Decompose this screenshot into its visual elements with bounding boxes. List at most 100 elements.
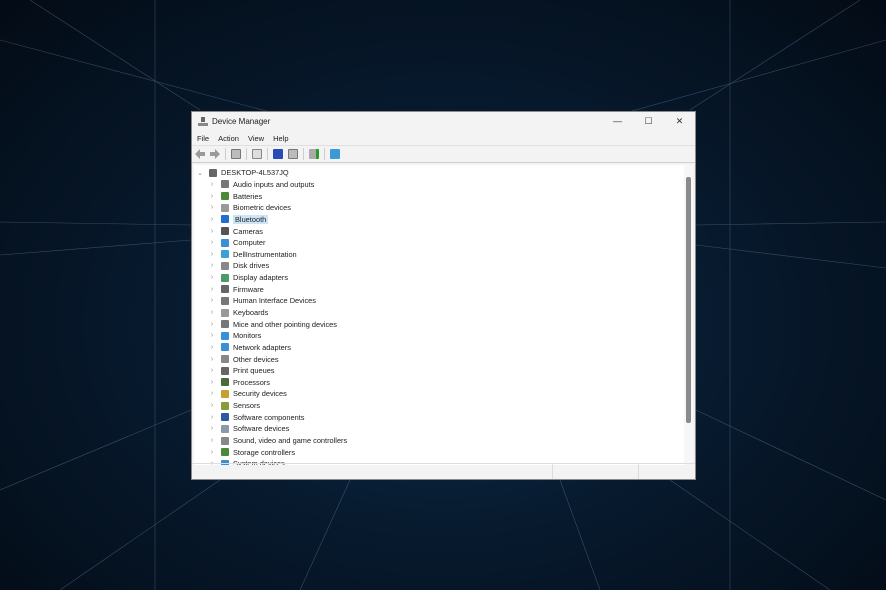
chevron-right-icon[interactable]: › bbox=[208, 332, 216, 339]
title-bar[interactable]: Device Manager — ☐ ✕ bbox=[192, 112, 695, 131]
chevron-right-icon[interactable]: › bbox=[208, 321, 216, 328]
tree-item[interactable]: › Cameras bbox=[194, 225, 685, 237]
tree-item[interactable]: › DellInstrumentation bbox=[194, 248, 685, 260]
minimize-button[interactable]: — bbox=[602, 116, 633, 127]
tree-item-label: Security devices bbox=[233, 389, 287, 399]
tree-item-label: Bluetooth bbox=[233, 214, 269, 224]
chevron-right-icon[interactable]: › bbox=[208, 449, 216, 456]
chevron-right-icon[interactable]: › bbox=[208, 344, 216, 351]
tree-item[interactable]: › Computer bbox=[194, 237, 685, 249]
monitor-icon[interactable] bbox=[330, 149, 340, 159]
chevron-right-icon[interactable]: › bbox=[208, 367, 216, 374]
tree-item-label: Print queues bbox=[233, 366, 275, 376]
device-category-icon bbox=[221, 203, 229, 212]
tree-item[interactable]: › Sensors bbox=[194, 400, 685, 412]
toolbar-separator bbox=[303, 148, 304, 160]
tree-item[interactable]: › Storage controllers bbox=[194, 446, 685, 458]
tree-item[interactable]: › Biometric devices bbox=[194, 202, 685, 214]
device-category-icon bbox=[221, 424, 229, 433]
tree-item-label: Mice and other pointing devices bbox=[233, 319, 337, 329]
chevron-right-icon[interactable]: › bbox=[208, 251, 216, 258]
device-category-icon bbox=[221, 308, 229, 317]
menu-action[interactable]: Action bbox=[218, 134, 239, 143]
tree-item[interactable]: › Firmware bbox=[194, 283, 685, 295]
tree-item-label: Disk drives bbox=[233, 261, 270, 271]
help-icon[interactable] bbox=[273, 149, 283, 159]
tree-item-label: Computer bbox=[233, 238, 266, 248]
chevron-right-icon[interactable]: › bbox=[208, 239, 216, 246]
device-category-icon bbox=[221, 285, 229, 294]
chevron-right-icon[interactable]: › bbox=[208, 309, 216, 316]
tree-item-label: Audio inputs and outputs bbox=[233, 179, 315, 189]
vertical-scrollbar[interactable] bbox=[684, 165, 693, 465]
tree-item-label: Biometric devices bbox=[233, 203, 291, 213]
tree-root[interactable]: ⌄ DESKTOP-4L537JQ bbox=[194, 167, 685, 179]
menu-bar: File Action View Help bbox=[192, 131, 695, 145]
computer-icon bbox=[209, 168, 217, 177]
tree-item[interactable]: › Keyboards bbox=[194, 307, 685, 319]
chevron-right-icon[interactable]: › bbox=[208, 286, 216, 293]
menu-view[interactable]: View bbox=[248, 134, 264, 143]
tree-item[interactable]: › Security devices bbox=[194, 388, 685, 400]
tree-item[interactable]: › Human Interface Devices bbox=[194, 295, 685, 307]
scan-hardware-icon[interactable] bbox=[309, 149, 319, 159]
tree-item-label: Software devices bbox=[233, 424, 290, 434]
chevron-right-icon[interactable]: › bbox=[208, 414, 216, 421]
chevron-right-icon[interactable]: › bbox=[208, 193, 216, 200]
tree-item[interactable]: › Processors bbox=[194, 377, 685, 389]
tree-item[interactable]: › Batteries bbox=[194, 190, 685, 202]
tree-item[interactable]: › Sound, video and game controllers bbox=[194, 435, 685, 447]
chevron-right-icon[interactable]: › bbox=[208, 228, 216, 235]
chevron-right-icon[interactable]: › bbox=[208, 390, 216, 397]
scrollbar-thumb[interactable] bbox=[686, 177, 691, 423]
maximize-button[interactable]: ☐ bbox=[633, 116, 664, 127]
chevron-right-icon[interactable]: › bbox=[208, 216, 216, 223]
chevron-right-icon[interactable]: › bbox=[208, 181, 216, 188]
tree-item-label: Display adapters bbox=[233, 273, 289, 283]
show-hidden-icon[interactable] bbox=[288, 149, 298, 159]
device-category-icon bbox=[221, 180, 229, 189]
toolbar-separator bbox=[225, 148, 226, 160]
tree-item[interactable]: › Software devices bbox=[194, 423, 685, 435]
tree-item-label: Firmware bbox=[233, 284, 264, 294]
tree-root-label: DESKTOP-4L537JQ bbox=[221, 168, 289, 178]
chevron-right-icon[interactable]: › bbox=[208, 262, 216, 269]
device-category-icon bbox=[221, 331, 229, 340]
chevron-down-icon[interactable]: ⌄ bbox=[196, 169, 204, 177]
chevron-right-icon[interactable]: › bbox=[208, 356, 216, 363]
tree-item[interactable]: › Other devices bbox=[194, 353, 685, 365]
menu-help[interactable]: Help bbox=[273, 134, 288, 143]
chevron-right-icon[interactable]: › bbox=[208, 402, 216, 409]
chevron-right-icon[interactable]: › bbox=[208, 297, 216, 304]
device-category-icon bbox=[221, 215, 229, 224]
tree-item[interactable]: › Bluetooth bbox=[194, 214, 685, 226]
tree-item-label: DellInstrumentation bbox=[233, 249, 297, 259]
tree-item[interactable]: › Audio inputs and outputs bbox=[194, 179, 685, 191]
forward-icon[interactable] bbox=[210, 149, 220, 159]
close-button[interactable]: ✕ bbox=[664, 116, 695, 127]
tree-item[interactable]: › Software components bbox=[194, 411, 685, 423]
tree-item-label: Keyboards bbox=[233, 308, 269, 317]
tree-item[interactable]: › Display adapters bbox=[194, 272, 685, 284]
chevron-right-icon[interactable]: › bbox=[208, 204, 216, 211]
update-driver-icon[interactable] bbox=[252, 149, 262, 159]
menu-file[interactable]: File bbox=[197, 134, 209, 143]
tree-item[interactable]: › Disk drives bbox=[194, 260, 685, 272]
tree-item[interactable]: › Monitors bbox=[194, 330, 685, 342]
chevron-right-icon[interactable]: › bbox=[208, 379, 216, 386]
toolbar-separator bbox=[324, 148, 325, 160]
tree-item[interactable]: › Print queues bbox=[194, 365, 685, 377]
chevron-right-icon[interactable]: › bbox=[208, 425, 216, 432]
properties-icon[interactable] bbox=[231, 149, 241, 159]
device-category-icon bbox=[221, 436, 229, 445]
tree-item[interactable]: › Network adapters bbox=[194, 342, 685, 354]
tree-item-label: Sensors bbox=[233, 401, 261, 411]
tree-item-label: Processors bbox=[233, 377, 270, 387]
chevron-right-icon[interactable]: › bbox=[208, 437, 216, 444]
tree-item-label: Storage controllers bbox=[233, 447, 296, 457]
chevron-right-icon[interactable]: › bbox=[208, 274, 216, 281]
back-icon[interactable] bbox=[195, 149, 205, 159]
tree-item-label: Network adapters bbox=[233, 342, 291, 352]
tree-item[interactable]: › Mice and other pointing devices bbox=[194, 318, 685, 330]
toolbar bbox=[192, 145, 695, 163]
